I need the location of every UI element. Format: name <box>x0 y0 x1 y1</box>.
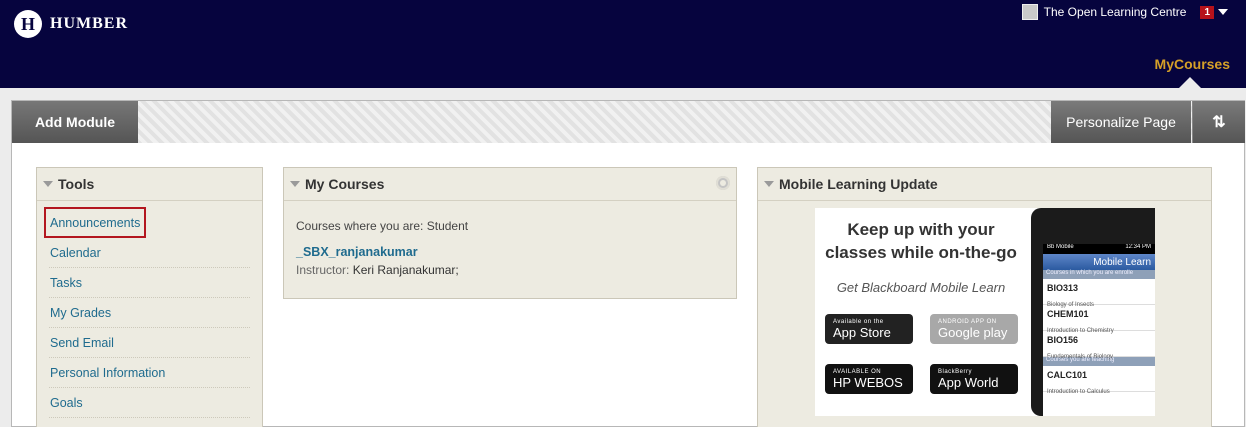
module-title: My Courses <box>305 176 385 192</box>
action-bar: Add Module Personalize Page ⇅ <box>12 101 1245 143</box>
tools-module-header: Tools <box>37 168 262 201</box>
chevron-down-icon[interactable] <box>1218 9 1228 15</box>
user-menu[interactable]: The Open Learning Centre 1 <box>1021 4 1228 20</box>
add-module-button[interactable]: Add Module <box>12 101 138 143</box>
humber-logo[interactable]: H HUMBER <box>14 10 128 38</box>
phone-status-bar: Bb Mobile 12:34 PM <box>1043 244 1155 254</box>
tab-mycourses[interactable]: MyCourses <box>1155 56 1230 72</box>
phone-course-code: BIO313 <box>1047 283 1079 293</box>
phone-course-name: Biology of Insects <box>1047 302 1095 308</box>
phone-course-code: CALC101 <box>1047 370 1088 380</box>
phone-app-bar: Mobile Learn <box>1043 254 1155 270</box>
course-link[interactable]: _SBX_ranjanakumar <box>296 245 724 259</box>
my-courses-module-header: My Courses <box>284 168 736 201</box>
phone-time: 12:34 PM <box>1125 244 1151 250</box>
user-name[interactable]: The Open Learning Centre <box>1044 5 1187 19</box>
google-play-badge[interactable]: ANDROID APP ON Google play <box>930 314 1018 344</box>
badge-big-text: Google play <box>938 324 1008 340</box>
tools-module: Tools Announcements Calendar Tasks My Gr… <box>36 167 263 427</box>
phone-mockup: Bb Mobile 12:34 PM Mobile Learn Courses … <box>1031 208 1155 416</box>
badge-big-text: HP WEBOS <box>833 374 903 390</box>
tools-list: Announcements Calendar Tasks My Grades S… <box>37 201 262 418</box>
personalize-page-button[interactable]: Personalize Page <box>1051 101 1191 143</box>
tool-link-announcements[interactable]: Announcements <box>44 207 146 238</box>
active-tab-pointer <box>1179 77 1201 88</box>
tool-link-personal-information[interactable]: Personal Information <box>49 358 250 388</box>
blackberry-badge[interactable]: BlackBerry App World <box>930 364 1018 394</box>
phone-course-row: CHEM101 Introduction to Chemistry <box>1043 305 1155 334</box>
instructor-name: Keri Ranjanakumar; <box>352 263 459 277</box>
course-role-text: Courses where you are: Student <box>296 219 469 233</box>
phone-section-teaching: Courses you are teaching <box>1043 357 1155 366</box>
tool-link-send-email[interactable]: Send Email <box>49 328 250 358</box>
instructor-line: Instructor: Keri Ranjanakumar; <box>296 263 724 277</box>
collapse-icon[interactable] <box>764 181 774 187</box>
reorder-icon[interactable]: ⇅ <box>1192 101 1245 143</box>
collapse-icon[interactable] <box>290 181 300 187</box>
module-title: Mobile Learning Update <box>779 176 938 192</box>
collapse-icon[interactable] <box>43 181 53 187</box>
content-frame: Add Module Personalize Page ⇅ Tools Anno… <box>11 100 1245 427</box>
notification-badge[interactable]: 1 <box>1200 5 1214 19</box>
phone-course-name: Introduction to Calculus <box>1047 389 1110 395</box>
phone-course-name: Introduction to Chemistry <box>1047 328 1114 334</box>
phone-course-code: CHEM101 <box>1047 309 1089 319</box>
mobile-module-header: Mobile Learning Update <box>758 168 1211 201</box>
humber-logo-icon: H <box>14 10 42 38</box>
instructor-label: Instructor: <box>296 263 350 277</box>
promo-get-text: Get Blackboard Mobile Learn <box>836 280 1006 295</box>
phone-carrier: Bb Mobile <box>1047 244 1074 250</box>
badge-big-text: App World <box>938 374 999 390</box>
tool-link-goals[interactable]: Goals <box>49 388 250 418</box>
mobile-learning-module: Mobile Learning Update Keep up with your… <box>757 167 1212 427</box>
tool-link-tasks[interactable]: Tasks <box>49 268 250 298</box>
promo-headline: Keep up with your classes while on-the-g… <box>825 220 1017 262</box>
avatar <box>1021 4 1038 20</box>
hp-webos-badge[interactable]: AVAILABLE ON HP WEBOS <box>825 364 913 394</box>
mobile-promo-banner[interactable]: Keep up with your classes while on-the-g… <box>815 208 1155 416</box>
my-courses-module: My Courses Courses where you are: Studen… <box>283 167 737 299</box>
tool-link-calendar[interactable]: Calendar <box>49 238 250 268</box>
badge-big-text: App Store <box>833 324 891 340</box>
phone-section-student: Courses in which you are enrolle <box>1043 270 1155 279</box>
top-header: H HUMBER The Open Learning Centre 1 MyCo… <box>0 0 1246 88</box>
brand-name: HUMBER <box>50 15 128 32</box>
gear-icon[interactable] <box>716 176 730 190</box>
tool-link-my-grades[interactable]: My Grades <box>49 298 250 328</box>
module-title: Tools <box>58 176 95 192</box>
phone-course-row: CALC101 Introduction to Calculus <box>1043 366 1155 395</box>
my-courses-body: Courses where you are: Student _SBX_ranj… <box>284 201 736 287</box>
phone-screen: Bb Mobile 12:34 PM Mobile Learn Courses … <box>1043 244 1155 416</box>
phone-course-row: BIO313 Biology of Insects <box>1043 279 1155 308</box>
app-store-badge[interactable]: Available on the App Store <box>825 314 913 344</box>
